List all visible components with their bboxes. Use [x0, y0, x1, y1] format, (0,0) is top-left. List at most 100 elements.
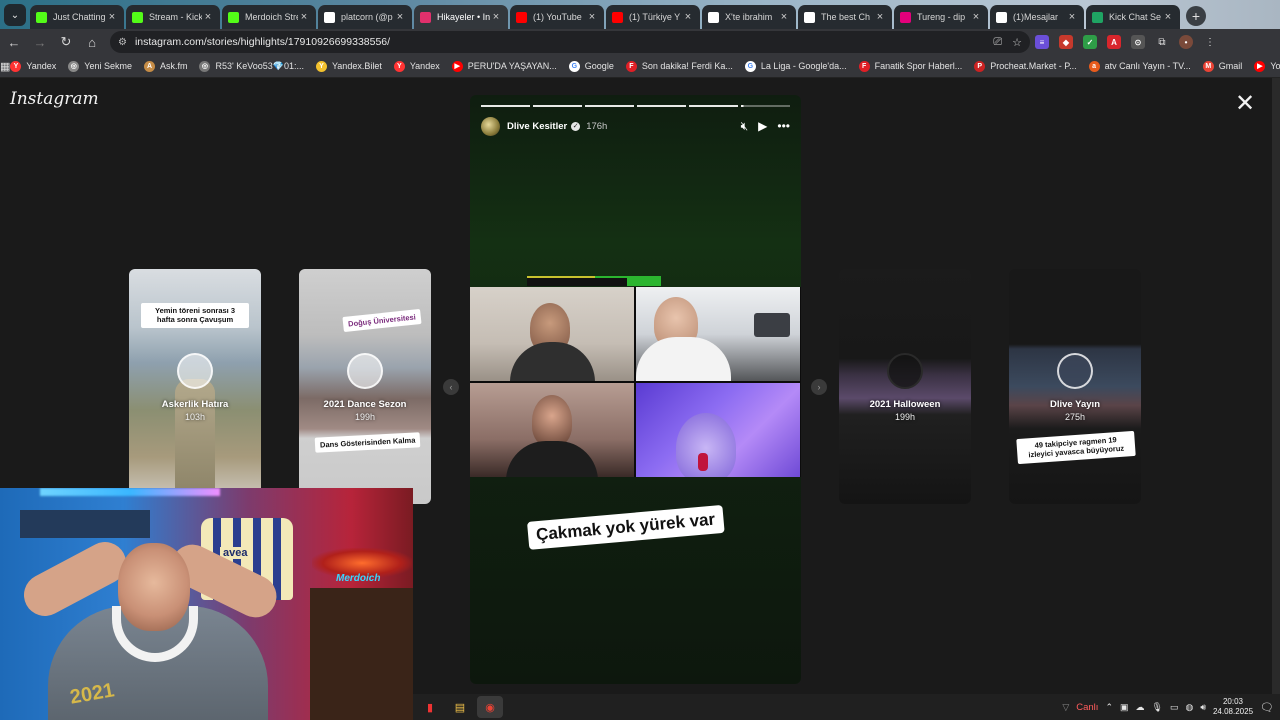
bookmark-item[interactable]: A Ask.fm [143, 60, 187, 72]
extension-purple-icon[interactable]: ≡ [1030, 31, 1054, 53]
close-icon[interactable]: ✕ [1233, 92, 1257, 116]
bookmark-item[interactable]: G Google [568, 60, 614, 72]
browser-tab[interactable]: X'te ibrahim × [702, 5, 796, 29]
mute-icon[interactable]: 🔇︎ [741, 119, 749, 134]
microphone-icon[interactable]: 🎙︎ [1152, 702, 1163, 713]
display-icon[interactable]: ▭ [1170, 702, 1179, 713]
highlight-card-dance[interactable]: Doğuş Üniversitesi 2021 Dance Sezon 199h… [299, 269, 431, 504]
instagram-logo[interactable]: Instagram [10, 89, 99, 109]
neon-sign-text: Merdoich [336, 573, 381, 584]
browser-tab[interactable]: Kick Chat Se × [1086, 5, 1180, 29]
more-options-icon[interactable]: ••• [777, 119, 790, 133]
bookmark-item[interactable]: ▶ PERU'DA YAŞAYAN... [451, 60, 557, 72]
back-button[interactable]: ← [2, 31, 26, 53]
notifications-icon[interactable]: 🗨︎ [1260, 701, 1274, 714]
tab-close-icon[interactable]: × [298, 11, 310, 23]
video-overlay-bar-dark [527, 278, 627, 286]
bookmark-item[interactable]: ◎ R53' KeVoo53💎01:... [199, 60, 304, 72]
tab-close-icon[interactable]: × [202, 11, 214, 23]
tab-close-icon[interactable]: × [970, 11, 982, 23]
reload-button[interactable]: ↻ [54, 31, 78, 53]
browser-tab[interactable]: (1)Mesajlar × [990, 5, 1084, 29]
bookmark-star-icon[interactable]: ☆ [1012, 36, 1022, 49]
browser-tab[interactable]: (1) Türkiye Y × [606, 5, 700, 29]
home-button[interactable]: ⌂ [80, 31, 104, 53]
highlight-card-askerlik[interactable]: Yemin töreni sonrası 3 hafta sonra Çavuş… [129, 269, 261, 504]
filter-icon[interactable]: ▽ [1062, 702, 1069, 713]
tab-close-icon[interactable]: × [682, 11, 694, 23]
tab-close-icon[interactable]: × [778, 11, 790, 23]
volume-icon[interactable]: 🔊︎ [1200, 702, 1206, 713]
forward-button[interactable]: → [28, 31, 52, 53]
tab-search-button[interactable]: ⌄ [4, 4, 26, 26]
play-icon[interactable]: ▶ [758, 119, 767, 133]
live-indicator[interactable]: Canlı [1076, 702, 1098, 713]
cloud-icon[interactable]: ☁ [1136, 702, 1145, 713]
browser-tab[interactable]: Tureng - dip × [894, 5, 988, 29]
tab-close-icon[interactable]: × [586, 11, 598, 23]
browser-tab[interactable]: (1) YouTube × [510, 5, 604, 29]
tab-title: Just Chatting [53, 12, 106, 22]
extension-shield-icon[interactable]: ✓ [1078, 31, 1102, 53]
next-story-arrow-icon[interactable]: › [811, 379, 827, 395]
menu-kebab-icon[interactable]: ⋮ [1198, 31, 1222, 53]
extension-bot-icon[interactable]: ⊙ [1126, 31, 1150, 53]
tab-close-icon[interactable]: × [490, 11, 502, 23]
apps-grid-icon[interactable]: ▦ [0, 60, 10, 73]
bookmark-favicon-icon: Y [315, 60, 327, 72]
bookmark-item[interactable]: G La Liga - Google'da... [744, 60, 847, 72]
taskbar-app-files-icon[interactable]: ▤ [447, 696, 473, 718]
bookmark-favicon-icon: M [1202, 60, 1214, 72]
browser-tab[interactable]: Hikayeler • In × [414, 5, 508, 29]
bookmark-item[interactable]: M Gmail [1202, 60, 1242, 72]
bookmark-item[interactable]: P Procheat.Market - P... [974, 60, 1077, 72]
highlight-card-dlive[interactable]: Dlive Yayın 275h 49 takipciye ragmen 19 … [1009, 269, 1141, 504]
bookmark-item[interactable]: Y Yandex.Bilet [315, 60, 382, 72]
bookmark-item[interactable]: ◎ Yeni Sekme [68, 60, 132, 72]
bookmark-item[interactable]: Y Yandex [10, 60, 56, 72]
highlight-card-halloween[interactable]: 2021 Halloween 199h [839, 269, 971, 504]
page-scrollbar[interactable] [1272, 78, 1280, 694]
bookmark-favicon-icon: ▶ [451, 60, 463, 72]
cast-icon[interactable]: ⎚ [993, 36, 1002, 49]
bookmark-item[interactable]: ▶ YouTube [1254, 60, 1280, 72]
previous-story-arrow-icon[interactable]: ‹ [443, 379, 459, 395]
extension-abp-icon[interactable]: A [1102, 31, 1126, 53]
active-story[interactable]: Dlive Kesitler ✓ 176h 🔇︎ ▶ ••• Çakmak yo… [470, 95, 801, 684]
bookmark-item[interactable]: Y Yandex [393, 60, 440, 72]
new-tab-button[interactable]: + [1186, 6, 1206, 26]
highlight-sticker: Dans Gösterisinden Kalma [314, 432, 421, 454]
extension-red-icon[interactable]: ◆ [1054, 31, 1078, 53]
tab-close-icon[interactable]: × [106, 11, 118, 23]
tray-device-icon[interactable]: ▣ [1120, 702, 1129, 713]
browser-toolbar: ← → ↻ ⌂ ⚙ instagram.com/stories/highligh… [0, 29, 1280, 55]
tab-close-icon[interactable]: × [874, 11, 886, 23]
bookmark-label: PERU'DA YAŞAYAN... [467, 61, 557, 71]
bookmark-label: R53' KeVoo53💎01:... [215, 60, 304, 71]
browser-tab[interactable]: Merdoich Stream× [222, 5, 316, 29]
story-caption: Çakmak yok yürek var [527, 504, 725, 550]
browser-tab[interactable]: platcorn (@p × [318, 5, 412, 29]
bookmark-item[interactable]: F Fanatik Spor Haberl... [858, 60, 962, 72]
taskbar-app-chrome-icon[interactable]: ◉ [477, 696, 503, 718]
network-icon[interactable]: ◍ [1185, 702, 1193, 713]
story-progress-bar [481, 105, 790, 107]
bookmark-item[interactable]: F Son dakika! Ferdi Ka... [625, 60, 733, 72]
tab-close-icon[interactable]: × [394, 11, 406, 23]
browser-tab[interactable]: Just Chatting × [30, 5, 124, 29]
story-avatar[interactable] [481, 116, 500, 136]
tray-chevron-icon[interactable]: ⌃ [1105, 702, 1113, 713]
clock[interactable]: 20:03 24.08.2025 [1213, 697, 1253, 717]
bookmark-item[interactable]: a atv Canlı Yayın - TV... [1088, 60, 1191, 72]
browser-tab[interactable]: Stream - Kick × [126, 5, 220, 29]
tab-close-icon[interactable]: × [1162, 11, 1174, 23]
extensions-puzzle-icon[interactable]: ⧉ [1150, 31, 1174, 53]
browser-tab[interactable]: The best Ch × [798, 5, 892, 29]
address-bar[interactable]: ⚙ instagram.com/stories/highlights/17910… [110, 31, 1030, 53]
profile-avatar[interactable]: • [1174, 31, 1198, 53]
tab-close-icon[interactable]: × [1066, 11, 1078, 23]
kick-icon [36, 11, 47, 23]
taskbar-app-red-icon[interactable]: ▮ [417, 696, 443, 718]
site-info-icon[interactable]: ⚙ [118, 37, 127, 48]
story-username[interactable]: Dlive Kesitler [507, 121, 567, 132]
